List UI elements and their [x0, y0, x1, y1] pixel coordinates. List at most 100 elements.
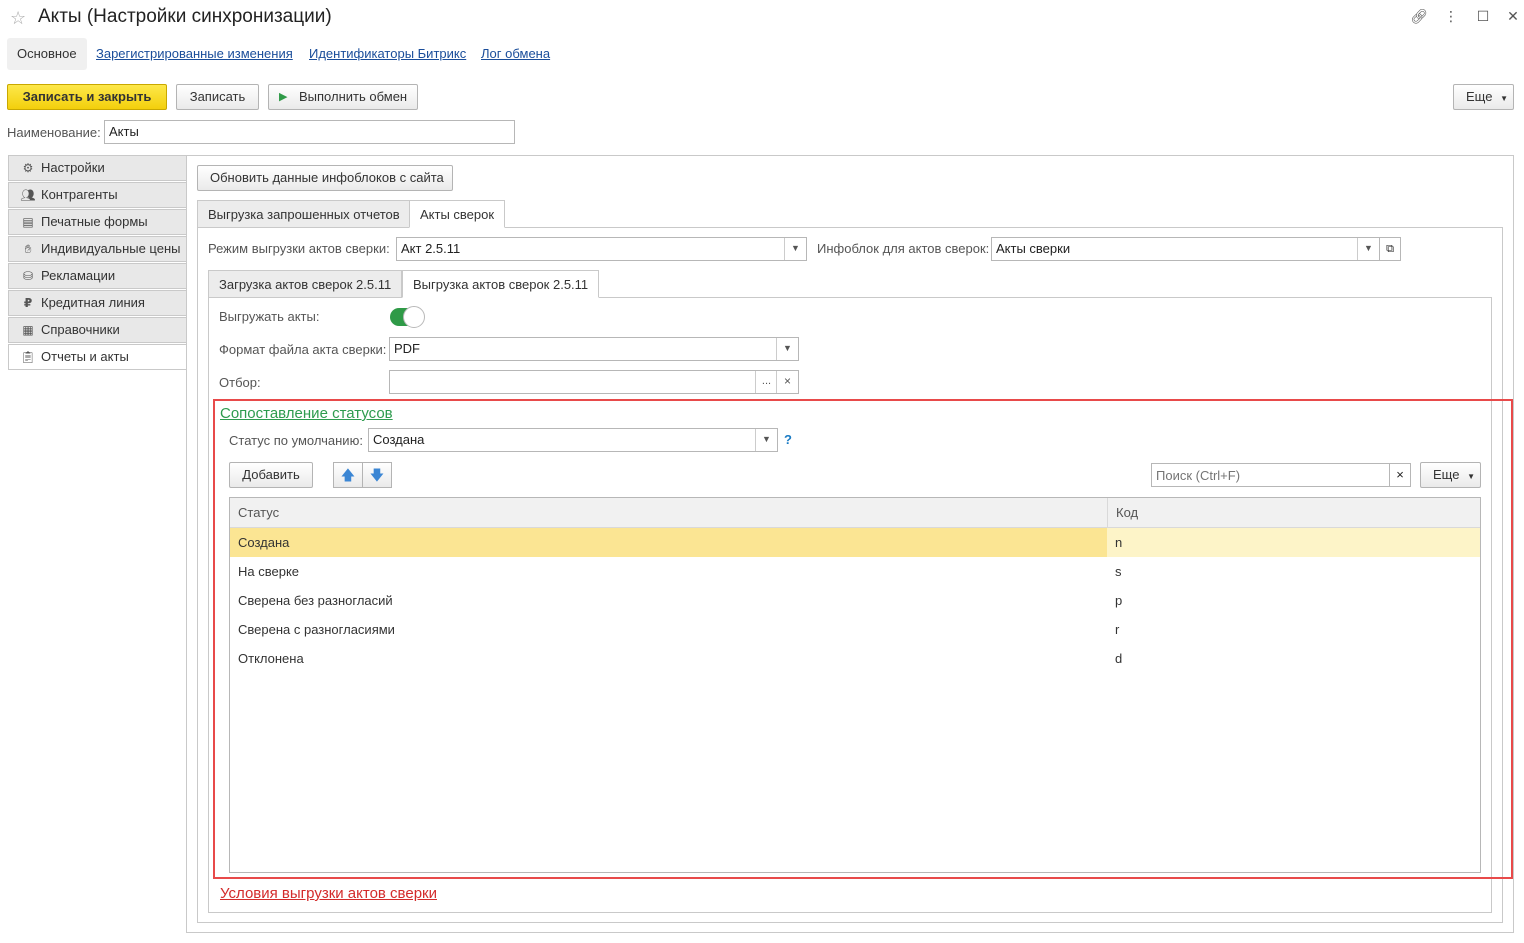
sidebar-item-individual-prices[interactable]: ✋︎ Индивидуальные цены [8, 236, 187, 262]
table-row[interactable]: Сверена с разногласиями r [230, 615, 1480, 644]
subtab-export-acts[interactable]: Выгрузка актов сверок 2.5.11 [402, 270, 600, 298]
table-row[interactable]: На сверке s [230, 557, 1480, 586]
filter-select-button[interactable]: ... [755, 371, 777, 393]
sidebar-item-settings[interactable]: ⚙ Настройки [8, 155, 187, 181]
cell-code[interactable]: n [1107, 528, 1480, 557]
open-external-icon[interactable]: ⧉ [1379, 237, 1401, 261]
cell-status[interactable]: На сверке [230, 557, 1107, 586]
export-mode-label: Режим выгрузки актов сверки: [208, 241, 390, 256]
sidebar-item-credit-line[interactable]: ₽ Кредитная линия [8, 290, 187, 316]
nav-tab-bitrix-ids-link[interactable]: Идентификаторы Битрикс [309, 46, 466, 61]
cell-code[interactable]: r [1107, 615, 1480, 644]
nav-tab-exchange-log[interactable]: Лог обмена [471, 38, 560, 70]
cell-code[interactable]: s [1107, 557, 1480, 586]
cell-status[interactable]: Отклонена [230, 644, 1107, 673]
name-label: Наименование: [7, 125, 101, 140]
nav-tab-changes-link[interactable]: Зарегистрированные изменения [96, 46, 293, 61]
chevron-down-icon[interactable]: ▼ [784, 238, 806, 260]
sidebar-item-label: Кредитная линия [41, 295, 145, 310]
window-title: Акты (Настройки синхронизации) [38, 6, 332, 27]
chevron-down-icon[interactable]: ▼ [1357, 238, 1379, 260]
table-row[interactable]: Создана n [230, 528, 1480, 557]
more-button-table[interactable]: Еще ▼ [1420, 462, 1481, 488]
sidebar-item-counterparties[interactable]: 👥︎ Контрагенты [8, 182, 187, 208]
run-exchange-label: Выполнить обмен [299, 89, 408, 104]
infoblock-select[interactable]: Акты сверки ▼ [991, 237, 1380, 261]
filter-input[interactable]: ... × [389, 370, 799, 394]
column-header-status[interactable]: Статус [230, 498, 1107, 527]
save-button[interactable]: Записать [176, 84, 259, 110]
help-icon[interactable]: ? [784, 432, 792, 447]
clear-search-icon[interactable]: × [1389, 463, 1411, 487]
ruble-icon: ₽ [23, 296, 33, 310]
more-button-top-label: Еще [1466, 89, 1493, 104]
format-value: PDF [394, 341, 420, 356]
format-select[interactable]: PDF ▼ [389, 337, 799, 361]
run-exchange-button[interactable]: ▶ Выполнить обмен [268, 84, 418, 110]
nav-tab-exchange-log-link[interactable]: Лог обмена [481, 46, 550, 61]
search-input[interactable] [1151, 463, 1391, 487]
table-icon: ▦ [22, 323, 34, 337]
save-and-close-button[interactable]: Записать и закрыть [7, 84, 167, 110]
sidebar-item-label: Рекламации [41, 268, 116, 283]
chevron-down-icon[interactable]: ▼ [776, 338, 798, 360]
infoblock-label: Инфоблок для актов сверок: [817, 241, 990, 256]
export-acts-toggle[interactable] [390, 306, 425, 328]
table-row[interactable]: Отклонена d [230, 644, 1480, 673]
more-button-table-label: Еще [1433, 467, 1460, 482]
handshake-icon: ✋︎ [24, 242, 32, 256]
maximize-icon[interactable]: ☐ [1473, 8, 1493, 25]
sidebar-item-reports-acts[interactable]: 📋︎ Отчеты и акты [8, 344, 187, 370]
nav-tab-main[interactable]: Основное [7, 38, 87, 70]
default-status-select[interactable]: Создана ▼ [368, 428, 778, 452]
default-status-label: Статус по умолчанию: [229, 433, 363, 448]
toggle-knob [403, 306, 425, 328]
default-status-value: Создана [373, 432, 425, 447]
users-icon: 👥︎ [20, 188, 36, 202]
tab-requested-reports[interactable]: Выгрузка запрошенных отчетов [197, 200, 411, 228]
chevron-down-icon: ▼ [1467, 472, 1475, 481]
sidebar-item-label: Отчеты и акты [41, 349, 129, 364]
subtab-import-acts[interactable]: Загрузка актов сверок 2.5.11 [208, 270, 403, 298]
more-vertical-icon[interactable]: ⋮ [1441, 8, 1461, 25]
table-row[interactable]: Сверена без разногласий p [230, 586, 1480, 615]
filter-label: Отбор: [219, 375, 261, 390]
sidebar-item-label: Справочники [41, 322, 120, 337]
chevron-down-icon[interactable]: ▼ [755, 429, 777, 451]
cell-status[interactable]: Создана [230, 528, 1107, 557]
cell-code[interactable]: d [1107, 644, 1480, 673]
sidebar-item-references[interactable]: ▦ Справочники [8, 317, 187, 343]
nav-tab-changes[interactable]: Зарегистрированные изменения [86, 38, 303, 70]
favorite-star-icon[interactable]: ☆ [10, 8, 26, 29]
add-button[interactable]: Добавить [229, 462, 313, 488]
column-header-code[interactable]: Код [1107, 498, 1480, 527]
sidebar-item-label: Индивидуальные цены [41, 241, 181, 256]
cell-code[interactable]: p [1107, 586, 1480, 615]
close-icon[interactable]: ✕ [1503, 8, 1523, 25]
gear-icon: ⚙ [22, 161, 34, 175]
more-button-top[interactable]: Еще ▼ [1453, 84, 1514, 110]
status-table: Статус Код Создана n На сверке s Сверена… [229, 497, 1481, 873]
sidebar-item-label: Контрагенты [41, 187, 118, 202]
move-up-icon[interactable]: 🡅 [333, 462, 363, 488]
cell-status[interactable]: Сверена без разногласий [230, 586, 1107, 615]
tab-reconciliation-acts[interactable]: Акты сверок [409, 200, 506, 228]
nav-tab-bitrix-ids[interactable]: Идентификаторы Битрикс [299, 38, 476, 70]
clipboard-icon: 📋︎ [20, 350, 36, 364]
document-icon: ▤ [22, 215, 34, 229]
clear-icon[interactable]: × [776, 371, 798, 393]
export-acts-label: Выгружать акты: [219, 309, 320, 324]
status-mapping-title[interactable]: Сопоставление статусов [220, 405, 393, 422]
export-conditions-link[interactable]: Условия выгрузки актов сверки [220, 885, 437, 902]
sidebar-item-label: Настройки [41, 160, 105, 175]
sidebar-item-print-forms[interactable]: ▤ Печатные формы [8, 209, 187, 235]
cell-status[interactable]: Сверена с разногласиями [230, 615, 1107, 644]
sidebar-item-claims[interactable]: ⛁ Рекламации [8, 263, 187, 289]
refresh-infoblocks-button[interactable]: Обновить данные инфоблоков с сайта [197, 165, 453, 191]
export-mode-select[interactable]: Акт 2.5.11 ▼ [396, 237, 807, 261]
link-icon[interactable]: 🔗︎ [1409, 8, 1429, 25]
move-down-icon[interactable]: 🡇 [362, 462, 392, 488]
name-input[interactable]: Акты [104, 120, 515, 144]
format-label: Формат файла акта сверки: [219, 342, 387, 357]
export-mode-value: Акт 2.5.11 [401, 241, 461, 256]
